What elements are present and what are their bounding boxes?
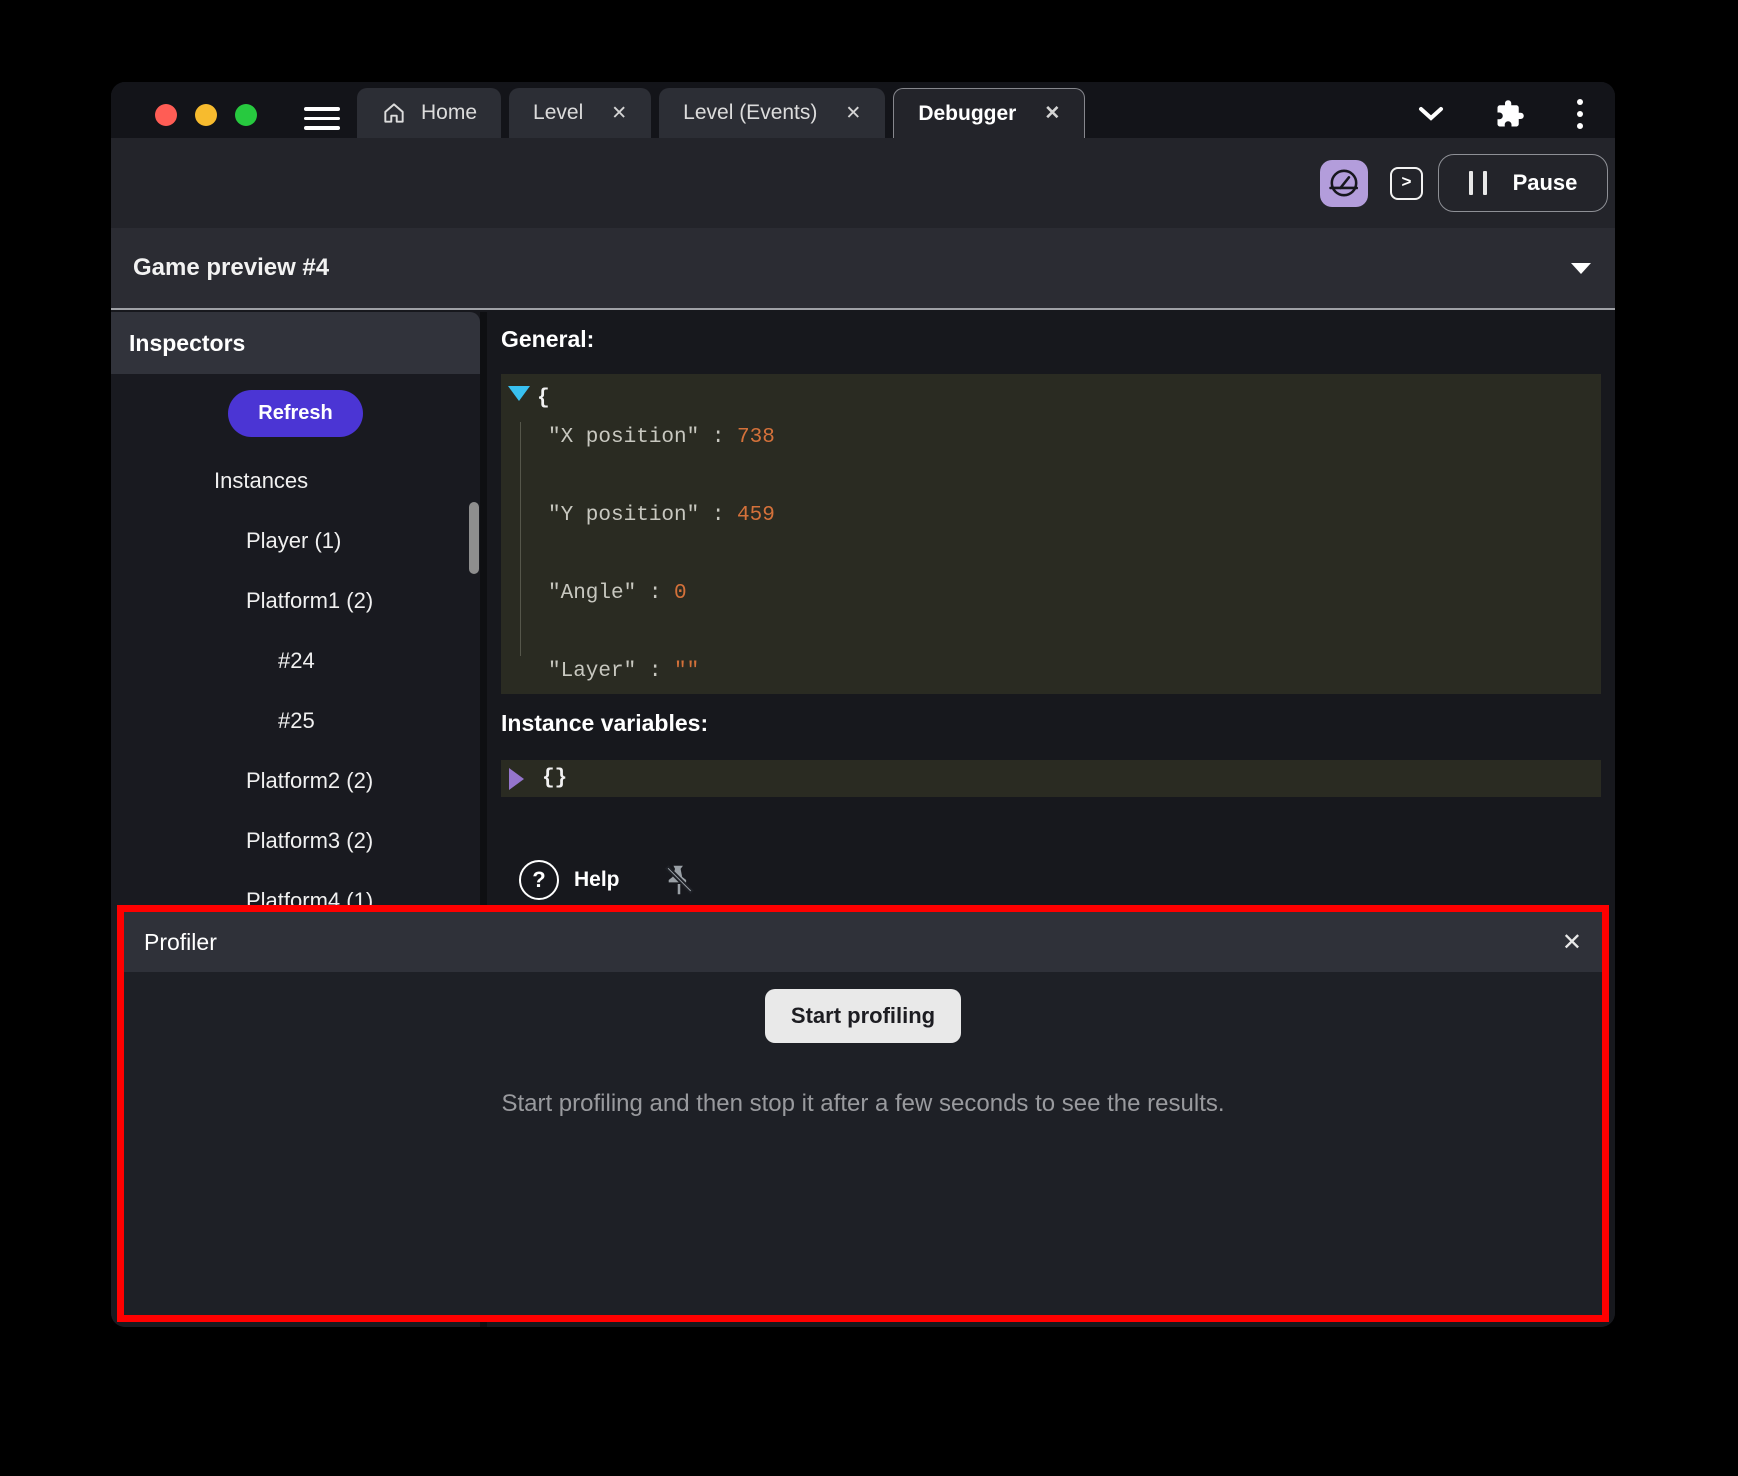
tab-bar: Home ✕ Level ✕ bbox=[111, 82, 1615, 138]
close-icon: ✕ bbox=[1562, 929, 1582, 956]
profiler-close-button[interactable]: ✕ bbox=[1562, 928, 1582, 957]
instance-variables-viewer: {} bbox=[501, 760, 1601, 797]
json-colon: : bbox=[636, 660, 674, 683]
json-tree-guideline bbox=[520, 422, 521, 656]
json-property-row: "Y position" : 459 bbox=[501, 496, 1601, 574]
puzzle-icon[interactable] bbox=[1495, 99, 1525, 129]
general-json-viewer: { "X position" : 738 "Y position" : 459 … bbox=[501, 374, 1601, 694]
sidebar-scrollbar[interactable] bbox=[469, 502, 479, 574]
instance-variables-value: {} bbox=[542, 767, 567, 790]
json-value[interactable]: "" bbox=[674, 660, 699, 683]
json-key: "Layer" bbox=[548, 660, 636, 683]
instances-tree: Instances Player (1) Platform1 (2) #24 bbox=[111, 451, 480, 931]
traffic-lights bbox=[155, 104, 257, 126]
general-section-title: General: bbox=[501, 326, 1615, 356]
profiler-hint-text: Start profiling and then stop it after a… bbox=[501, 1090, 1224, 1118]
tab-label: Level bbox=[533, 101, 583, 125]
close-window-button[interactable] bbox=[155, 104, 177, 126]
home-icon bbox=[381, 100, 407, 126]
tree-item[interactable]: Platform1 (2) bbox=[111, 571, 480, 631]
profiler-panel: Profiler ✕ Start profiling Start profili… bbox=[117, 905, 1609, 1322]
console-icon: > bbox=[1401, 174, 1411, 193]
tab-label: Debugger bbox=[918, 102, 1016, 126]
json-colon: : bbox=[636, 582, 674, 605]
profiler-header: Profiler ✕ bbox=[124, 912, 1602, 972]
help-button[interactable]: ? Help bbox=[519, 860, 620, 900]
close-icon[interactable]: ✕ bbox=[845, 102, 861, 125]
help-row: ? Help bbox=[501, 859, 1615, 901]
debugger-toolbar: > Pause bbox=[111, 138, 1615, 228]
tree-item-label: Platform1 (2) bbox=[246, 588, 373, 614]
inspectors-header: Inspectors bbox=[111, 312, 480, 374]
help-button-label: Help bbox=[574, 868, 620, 892]
tree-item[interactable]: Instances bbox=[111, 451, 480, 511]
pin-toggle-button[interactable] bbox=[660, 861, 698, 899]
refresh-button[interactable]: Refresh bbox=[228, 390, 362, 437]
profiler-title: Profiler bbox=[144, 929, 217, 956]
tree-item[interactable]: #24 bbox=[111, 631, 480, 691]
tree-item-label: Player (1) bbox=[246, 528, 341, 554]
tab-strip: Home ✕ Level ✕ bbox=[357, 88, 1085, 138]
pause-icon bbox=[1469, 171, 1487, 195]
tree-item-label: #24 bbox=[278, 648, 315, 674]
json-value[interactable]: 738 bbox=[737, 426, 775, 449]
dropdown-arrow-icon bbox=[1569, 261, 1593, 275]
tree-item-label: #25 bbox=[278, 708, 315, 734]
tab[interactable]: Level (Events) ✕ bbox=[659, 88, 885, 138]
game-preview-label: Game preview #4 bbox=[133, 254, 329, 282]
tab-label: Level (Events) bbox=[683, 101, 817, 125]
inspectors-title: Inspectors bbox=[129, 330, 245, 357]
tree-item[interactable]: Player (1) bbox=[111, 511, 480, 571]
json-key: "Angle" bbox=[548, 582, 636, 605]
close-icon[interactable]: ✕ bbox=[611, 102, 627, 125]
json-colon: : bbox=[699, 504, 737, 527]
expand-arrow-icon[interactable] bbox=[508, 386, 530, 401]
menu-icon[interactable] bbox=[304, 107, 340, 136]
collapse-arrow-icon[interactable] bbox=[509, 768, 524, 790]
tab[interactable]: Debugger ✕ bbox=[893, 88, 1085, 138]
debugger-window: Home ✕ Level ✕ bbox=[111, 82, 1615, 1327]
start-profiling-button[interactable]: Start profiling bbox=[765, 989, 961, 1043]
help-icon: ? bbox=[519, 860, 559, 900]
tree-item-label: Instances bbox=[214, 468, 308, 494]
instance-variables-title: Instance variables: bbox=[501, 710, 1615, 740]
tab[interactable]: Home ✕ bbox=[357, 88, 501, 138]
pause-button-label: Pause bbox=[1513, 170, 1578, 196]
json-value[interactable]: 0 bbox=[674, 582, 687, 605]
minimize-window-button[interactable] bbox=[195, 104, 217, 126]
tree-item[interactable]: Platform2 (2) bbox=[111, 751, 480, 811]
profiler-body: Start profiling Start profiling and then… bbox=[124, 972, 1602, 1315]
zoom-window-button[interactable] bbox=[235, 104, 257, 126]
json-rows: "X position" : 738 "Y position" : 459 "A… bbox=[501, 418, 1601, 694]
titlebar-actions bbox=[1417, 96, 1585, 132]
console-button[interactable]: > bbox=[1390, 167, 1423, 200]
json-colon: : bbox=[699, 426, 737, 449]
json-value[interactable]: 459 bbox=[737, 504, 775, 527]
json-key: "Y position" bbox=[548, 504, 699, 527]
pause-button[interactable]: Pause bbox=[1438, 154, 1608, 212]
json-open-brace: { bbox=[501, 379, 1601, 418]
tab[interactable]: Level ✕ bbox=[509, 88, 651, 138]
profiler-toggle-button[interactable] bbox=[1320, 160, 1368, 207]
json-property-row: "X position" : 738 bbox=[501, 418, 1601, 496]
game-preview-selector[interactable]: Game preview #4 bbox=[111, 228, 1615, 310]
tree-item[interactable]: #25 bbox=[111, 691, 480, 751]
tree-item-label: Platform3 (2) bbox=[246, 828, 373, 854]
tab-label: Home bbox=[421, 101, 477, 125]
kebab-menu-icon[interactable] bbox=[1575, 97, 1585, 131]
pin-off-icon bbox=[660, 861, 698, 899]
json-key: "X position" bbox=[548, 426, 699, 449]
json-property-row: "Angle" : 0 bbox=[501, 574, 1601, 652]
json-property-row: "Layer" : "" bbox=[501, 652, 1601, 694]
profiler-gauge-icon bbox=[1327, 166, 1361, 200]
chevron-down-icon[interactable] bbox=[1417, 105, 1445, 123]
close-icon[interactable]: ✕ bbox=[1044, 102, 1060, 125]
tree-item[interactable]: Platform3 (2) bbox=[111, 811, 480, 871]
tree-item-label: Platform2 (2) bbox=[246, 768, 373, 794]
